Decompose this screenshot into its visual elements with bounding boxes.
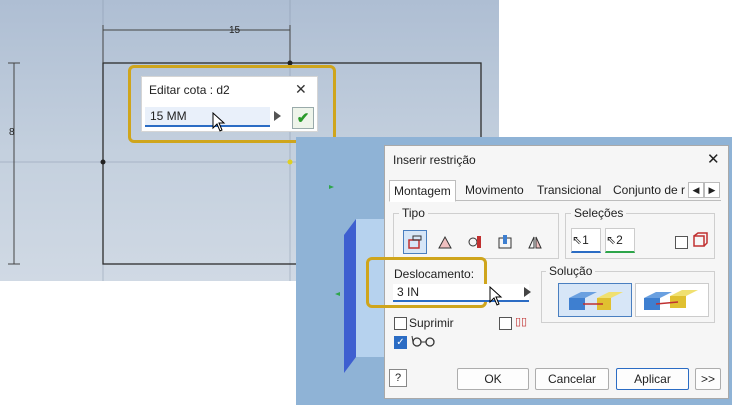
tab-movimento[interactable]: Movimento [461,182,528,199]
tab-transicional[interactable]: Transicional [533,182,605,199]
limits-icon: ▯▯ [515,316,528,328]
dimension-value-text: 15 MM [150,109,187,123]
selection-1-label: 1 [582,233,589,247]
help-icon[interactable]: ? [389,369,407,387]
glasses-icon [410,333,440,350]
type-label: Tipo [399,206,428,220]
mate-solution-icon [569,292,623,310]
place-constraint-dialog: Inserir restrição ✕ Montagem Movimento T… [366,145,729,399]
first-part-cube-icon [692,232,708,251]
first-part-checkbox[interactable] [675,236,688,249]
limits-checkbox[interactable] [499,317,512,330]
dim-vertical-label[interactable]: 8 [9,127,15,138]
checkmark-icon[interactable]: ✔ [292,107,314,129]
offset-label: Deslocamento: [394,267,475,281]
dim-horizontal-label[interactable]: 15 [229,25,240,36]
selections-label: Seleções [571,206,627,220]
ok-button[interactable]: OK [457,368,529,390]
edit-dimension-dialog: Editar cota : d2 ✕ 15 MM ✔ [141,76,318,132]
play-arrow-icon[interactable] [524,287,531,297]
offset-input[interactable]: 3 IN [393,284,529,302]
symmetry-icon[interactable] [523,230,547,254]
suppress-checkbox[interactable] [394,317,407,330]
close-icon[interactable]: ✕ [707,150,720,168]
selection-2-button[interactable]: ⇖2 [605,228,635,253]
dialog-title: Inserir restrição [393,153,476,167]
mouse-cursor-icon [489,285,503,309]
flush-solution-icon [644,290,698,310]
solution-flush-button[interactable] [635,283,709,317]
selection-1-button[interactable]: ⇖1 [571,228,601,253]
tab-bar: Montagem Movimento Transicional Conjunto… [389,180,721,202]
more-button[interactable]: >> [695,368,721,390]
tab-scroll-right-icon[interactable]: ▶ [704,182,720,198]
close-icon[interactable]: ✕ [295,81,307,98]
edit-dimension-title: Editar cota : d2 [149,83,230,97]
tab-conjunto[interactable]: Conjunto de r [609,182,692,199]
mate-icon[interactable] [403,230,427,254]
tangent-icon[interactable] [463,230,487,254]
offset-value: 3 IN [397,285,420,299]
tab-montagem[interactable]: Montagem [389,180,456,202]
cancel-button[interactable]: Cancelar [535,368,609,390]
angle-icon[interactable] [433,230,457,254]
play-arrow-icon[interactable] [274,111,281,121]
preview-checkbox[interactable]: ✓ [394,336,407,349]
solution-mate-button[interactable] [558,283,632,317]
cursor-arrow-icon: ⇖ [606,233,617,247]
cursor-arrow-icon: ⇖ [572,233,583,247]
suppress-label: Suprimir [409,316,454,330]
solution-label: Solução [546,264,596,278]
tab-scroll-left-icon[interactable]: ◀ [688,182,704,198]
insert-icon[interactable] [493,230,517,254]
dimension-value-input[interactable]: 15 MM [145,107,270,127]
apply-button[interactable]: Aplicar [616,368,689,390]
selection-2-label: 2 [616,233,623,247]
mouse-cursor-icon [212,111,226,135]
